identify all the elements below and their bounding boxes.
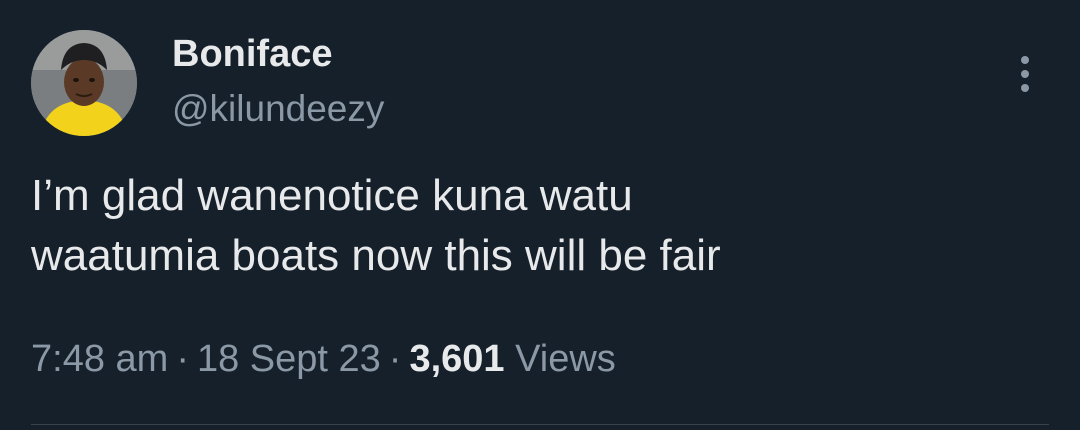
more-options-button[interactable] [1000, 46, 1050, 102]
views-label: Views [515, 338, 616, 380]
tweet-text-line: I’m glad wanenotice kuna watu [31, 171, 633, 220]
author-handle[interactable]: @kilundeezy [172, 88, 384, 130]
divider [31, 424, 1049, 425]
avatar-image [31, 30, 137, 136]
views-count[interactable]: 3,601 [409, 338, 504, 380]
meta-separator: · [176, 338, 189, 380]
tweet-text: I’m glad wanenotice kuna watu waatumia b… [31, 166, 1041, 286]
meta-separator: · [388, 338, 402, 380]
tweet-text-line: waatumia boats now this will be fair [31, 231, 721, 280]
author-display-name[interactable]: Boniface [172, 33, 332, 76]
tweet-meta: 7:48 am · 18 Sept 23 · 3,601 Views [31, 338, 616, 381]
tweet-time[interactable]: 7:48 am [31, 338, 168, 380]
more-vertical-icon [1021, 56, 1029, 92]
tweet-date[interactable]: 18 Sept 23 [197, 338, 381, 380]
avatar[interactable] [31, 30, 137, 136]
